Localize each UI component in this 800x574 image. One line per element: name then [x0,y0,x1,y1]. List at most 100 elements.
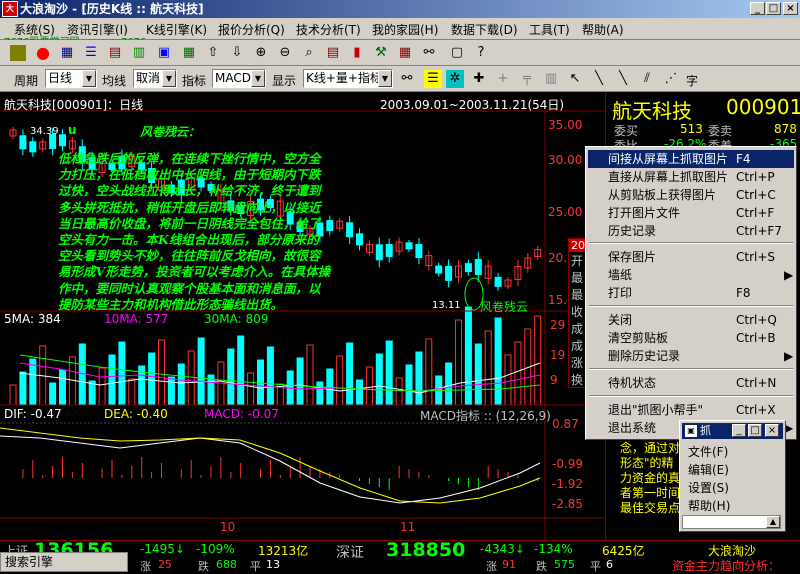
volume-bar [148,352,156,406]
app-logo-icon: 大浪 [2,1,18,27]
calculator-icon[interactable]: ▦ [396,44,414,62]
parallel-tool-icon[interactable]: ⫽ [638,70,656,88]
helper-title-bar[interactable]: ▣ 抓 _ □ × [682,423,783,439]
sh-down-count: 688 [216,558,237,571]
book-icon[interactable]: ▦ [180,44,198,62]
menu-item-print[interactable]: 打印 F8 [588,284,794,302]
stock-code: 000901 [726,95,800,119]
volume-bar [365,366,373,406]
help-icon[interactable]: ? [472,44,490,62]
cursor-icon[interactable]: ↖ [566,70,584,88]
menu-item-shortcut: Ctrl+F7 [736,224,782,238]
crosshair-icon[interactable]: ✚ [470,70,488,88]
save-icon[interactable]: ▢ [448,44,466,62]
menu-item-exit-helper[interactable]: 退出"抓图小帮手" Ctrl+X [588,401,794,419]
grid-lines-icon[interactable]: ▥ [542,70,560,88]
menu-quote-analysis[interactable]: 报价分析(Q) [218,21,285,38]
list-icon[interactable]: ☰ [82,44,100,62]
stop-icon[interactable] [10,45,26,61]
maximize-button[interactable]: □ [766,2,781,15]
macd-bars [22,457,539,490]
record-icon[interactable]: ● [34,44,52,62]
scroll-up-icon[interactable]: ▲ [766,516,780,528]
menu-item-delete-history[interactable]: 删除历史记录 ▶ [588,347,794,365]
volume-bar [296,357,304,406]
menu-kline-engine[interactable]: K线引擎(K) [146,21,207,38]
helper-menu-edit[interactable]: 编辑(E) [688,461,729,478]
menu-item-close[interactable]: 关闭 Ctrl+Q [588,311,794,329]
window-icon[interactable]: ▣ [155,44,173,62]
menu-item-shortcut: Ctrl+B [736,331,776,345]
arrow-up-icon[interactable]: ⇧ [204,44,222,62]
chart-toolbar: 周期 日线 ▼ 均线 取消 ▼ 指标 MACD ▼ 显示 K线+量+指标 ▼ ⚯ ☰ ✲… [0,66,800,92]
wrench-icon[interactable]: ⚒ [372,44,390,62]
menu-item-open-image[interactable]: 打开图片文件 Ctrl+F [588,204,794,222]
zoom-out-icon[interactable]: ⊖ [276,44,294,62]
volume-bar [395,377,403,406]
menu-item-clear-clipboard[interactable]: 清空剪贴板 Ctrl+B [588,329,794,347]
minimize-button[interactable]: _ [750,2,765,15]
report-icon[interactable]: ▤ [324,44,342,62]
ma-select[interactable]: 取消 ▼ [133,69,177,88]
sz-down-count: 575 [554,558,575,571]
helper-menu-help[interactable]: 帮助(H) [688,497,730,514]
binoculars-icon[interactable]: ⚯ [420,44,438,62]
line-tool-icon[interactable]: ╲ [590,70,608,88]
sh-up-count: 25 [158,558,172,571]
fan-tool-icon[interactable]: ⋰ [662,70,680,88]
search-icon[interactable]: ⌕ [300,44,318,62]
cross-icon[interactable]: + [494,70,512,88]
stock-name: 航天科技 [612,99,692,123]
kline-chart-area[interactable]: 航天科技[000901]：日线 2003.09.01~2003.11.21(54… [0,93,605,540]
x-axis-label: 10 [220,520,236,534]
binoculars-icon[interactable]: ⚯ [398,70,416,88]
menu-tools[interactable]: 工具(T) [529,21,570,38]
search-engine-bar[interactable]: 搜索引擎 [0,552,128,572]
bar-chart-icon[interactable]: ▮ [348,44,366,62]
menu-help[interactable]: 帮助(A) [582,21,624,38]
menu-data-download[interactable]: 数据下载(D) [451,21,518,38]
ray-tool-icon[interactable]: ╲ [614,70,632,88]
volume-bar [108,354,116,406]
menu-item-label: 直接从屏幕上抓取图片 [608,170,729,184]
menu-item-indirect-capture[interactable]: 间接从屏幕上抓取图片 F4 [588,150,794,168]
chart-icon[interactable]: ▥ [130,44,148,62]
helper-close-button[interactable]: × [765,424,779,437]
menu-separator [589,395,793,397]
macd-dif-label: DIF: -0.47 [4,407,62,421]
helper-menu-settings[interactable]: 设置(S) [688,479,729,496]
volume-bar [29,358,37,406]
hline-icon[interactable]: ╤ [518,70,536,88]
volume-bar [247,372,255,406]
menu-item-direct-capture[interactable]: 直接从屏幕上抓取图片 Ctrl+P [588,168,794,186]
helper-menu-file[interactable]: 文件(F) [688,443,728,460]
helper-minimize-button[interactable]: _ [732,424,746,437]
menu-item-standby[interactable]: 待机状态 Ctrl+N [588,374,794,392]
gear-icon[interactable]: ✲ [446,70,464,88]
menu-item-save-image[interactable]: 保存图片 Ctrl+S [588,248,794,266]
low-marker: 13.11 [432,300,461,311]
volume-bar [227,348,235,406]
menu-tech-analysis[interactable]: 技术分析(T) [296,21,361,38]
period-select[interactable]: 日线 ▼ [45,69,97,88]
menu-my-home[interactable]: 我的家园(H) [372,21,438,38]
text-tool[interactable]: 字 [686,72,698,89]
menu-item-history[interactable]: 历史记录 Ctrl+F7 [588,222,794,240]
helper-maximize-button[interactable]: □ [748,424,762,437]
helper-scrollbar[interactable]: ▲ [682,515,781,529]
volume-bar [98,367,106,406]
menu-item-label: 退出系统 [608,421,657,435]
volume-bar [504,354,512,406]
display-select[interactable]: K线+量+指标 ▼ [303,69,393,88]
arrow-down-icon[interactable]: ⇩ [228,44,246,62]
menu-item-from-clipboard[interactable]: 从剪贴板上获得图片 Ctrl+C [588,186,794,204]
sz-index-value: 318850 [386,539,466,561]
close-button[interactable]: × [783,2,798,15]
grid-icon[interactable]: ▦ [58,44,76,62]
indicator-select[interactable]: MACD ▼ [212,69,266,88]
table-icon[interactable]: ▤ [106,44,124,62]
zoom-in-icon[interactable]: ⊕ [252,44,270,62]
menu-item-wallpaper[interactable]: 墙纸 ▶ [588,266,794,284]
kline-view-icon[interactable]: ☰ [424,70,442,88]
menu-item-shortcut: Ctrl+F [736,206,775,220]
